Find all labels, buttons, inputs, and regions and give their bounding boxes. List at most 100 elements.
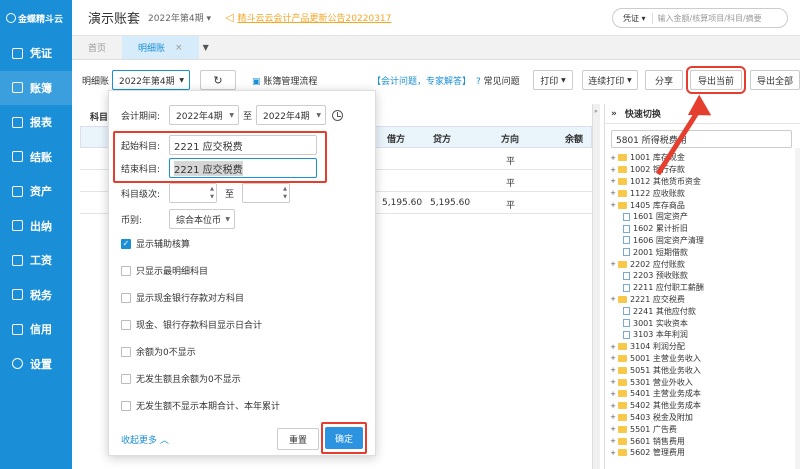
expand-icon[interactable]: +	[609, 413, 617, 421]
tree-node[interactable]: +5051 其他业务收入	[609, 364, 800, 376]
period-select[interactable]: 2022年第4期 ▼	[112, 70, 190, 90]
tree-node[interactable]: 1606 固定资产清理	[609, 235, 800, 247]
faq-link[interactable]: ? 常见问题	[476, 74, 520, 87]
clock-icon[interactable]	[332, 109, 344, 121]
option-cash-counter[interactable]: 显示现金银行存款对方科目	[121, 291, 244, 304]
export-current-button[interactable]: 导出当前	[686, 66, 746, 94]
search-input[interactable]: 输入金额/核算项目/科目/摘要	[653, 13, 762, 24]
double-chevron-right-icon: »	[594, 108, 598, 115]
option-hide-totals[interactable]: 无发生额不显示本期合计、本年累计	[121, 399, 280, 412]
refresh-button[interactable]: ↻	[200, 70, 236, 90]
option-hide-zero-balance[interactable]: 余额为0不显示	[121, 345, 196, 358]
tree-node[interactable]: 2203 预收账款	[609, 270, 800, 282]
tree-node[interactable]: +2202 应付账款	[609, 258, 800, 270]
ledger-flow-link[interactable]: ▣ 账簿管理流程	[252, 74, 317, 87]
tab-home[interactable]: 首页	[72, 36, 122, 59]
subject-tree: +1001 库存现金 +1002 银行存款 +1012 其他货币资金 +1122 应收…	[605, 152, 800, 459]
expand-icon[interactable]: +	[609, 425, 617, 433]
option-hide-no-activity[interactable]: 无发生额且余额为0不显示	[121, 372, 241, 385]
sidebar-item-ledger[interactable]: 账簿	[0, 70, 72, 105]
tree-node[interactable]: +2221 应交税费	[609, 294, 800, 306]
tree-node[interactable]: +5403 税金及附加	[609, 412, 800, 424]
tab-menu-caret-icon[interactable]: ▼	[199, 36, 213, 59]
checkbox[interactable]	[121, 373, 131, 384]
expand-icon[interactable]: +	[609, 366, 617, 374]
tree-node[interactable]: 2211 应付职工薪酬	[609, 282, 800, 294]
currency-select[interactable]: 综合本位币 ▼	[169, 209, 235, 229]
checkbox[interactable]	[121, 400, 131, 411]
tree-node[interactable]: +1122 应收账款	[609, 187, 800, 199]
checkbox[interactable]	[121, 346, 131, 357]
level-from-stepper[interactable]: ▲ ▼	[169, 183, 217, 203]
expand-icon[interactable]: +	[609, 177, 617, 185]
print-button[interactable]: 打印 ▼	[533, 70, 573, 90]
checkbox[interactable]	[121, 319, 131, 330]
search-type-select[interactable]: 凭证 ▾	[613, 12, 653, 24]
sidebar-item-tax[interactable]: 税务	[0, 278, 72, 313]
double-chevron-right-icon[interactable]: »	[611, 109, 617, 119]
share-button[interactable]: 分享	[645, 70, 683, 90]
sidebar-item-closing[interactable]: 结账	[0, 140, 72, 175]
expand-icon[interactable]: +	[609, 449, 617, 457]
sidebar-item-settings[interactable]: 设置	[0, 347, 72, 382]
expand-icon[interactable]: +	[609, 402, 617, 410]
expand-icon[interactable]: +	[609, 378, 617, 386]
expert-help-link[interactable]: 【会计问题，专家解答】	[372, 74, 471, 87]
checkbox[interactable]	[121, 292, 131, 303]
option-daily-total[interactable]: 现金、银行存款科目显示日合计	[121, 318, 262, 331]
option-leaf-only[interactable]: 只显示最明细科目	[121, 264, 208, 277]
batch-print-button[interactable]: 连续打印 ▼	[582, 70, 638, 90]
collapse-more-link[interactable]: 收起更多 ︿	[121, 433, 169, 446]
sidebar-item-credit[interactable]: 信用	[0, 312, 72, 347]
level-to-stepper[interactable]: ▲ ▼	[242, 183, 291, 203]
start-subject-row: 起始科目: 2221 应交税费	[121, 135, 317, 155]
checkbox-checked[interactable]: ✓	[121, 238, 131, 249]
expand-icon[interactable]: +	[609, 295, 617, 303]
tree-node[interactable]: +5301 营业外收入	[609, 376, 800, 388]
expand-icon[interactable]: +	[609, 343, 617, 351]
file-icon	[623, 283, 630, 292]
tree-node[interactable]: 3103 本年利润	[609, 329, 800, 341]
period-to-select[interactable]: 2022年4期 ▼	[256, 105, 327, 125]
tree-node[interactable]: +5402 其他业务成本	[609, 400, 800, 412]
start-subject-input[interactable]: 2221 应交税费	[169, 135, 317, 155]
expand-icon[interactable]: +	[609, 166, 617, 174]
tree-node[interactable]: +3104 利润分配	[609, 341, 800, 353]
tree-node[interactable]: +5501 广告费	[609, 423, 800, 435]
sidebar-item-salary[interactable]: 工资	[0, 243, 72, 278]
notice-link[interactable]: 精斗云云会计产品更新公告20220317	[238, 11, 392, 24]
tree-node[interactable]: 2001 短期借款	[609, 246, 800, 258]
header-period-select[interactable]: 2022年第4期 ▾	[148, 11, 211, 24]
tab-detail-ledger[interactable]: 明细账 ×	[122, 36, 199, 59]
reset-button[interactable]: 重置	[277, 428, 319, 450]
tree-scrollbar[interactable]	[795, 148, 800, 469]
tree-node[interactable]: 2241 其他应付款	[609, 305, 800, 317]
sidebar-item-asset[interactable]: 资产	[0, 174, 72, 209]
tree-node[interactable]: +1405 库存商品	[609, 199, 800, 211]
tree-node[interactable]: +5601 销售费用	[609, 435, 800, 447]
checkbox[interactable]	[121, 265, 131, 276]
export-all-button[interactable]: 导出全部	[750, 70, 800, 90]
expand-icon[interactable]: +	[609, 189, 617, 197]
tree-node[interactable]: +5602 管理费用	[609, 447, 800, 459]
expand-icon[interactable]: +	[609, 437, 617, 445]
expand-icon[interactable]: +	[609, 354, 617, 362]
expand-icon[interactable]: +	[609, 390, 617, 398]
end-subject-input[interactable]: 2221 应交税费	[169, 158, 317, 178]
expand-icon[interactable]: +	[609, 154, 617, 162]
period-from-select[interactable]: 2022年4期 ▼	[169, 105, 239, 125]
panel-collapse-strip[interactable]: »	[592, 104, 600, 469]
sidebar-item-voucher[interactable]: 凭证	[0, 36, 72, 71]
close-icon[interactable]: ×	[175, 43, 183, 53]
tree-node[interactable]: +5001 主营业务收入	[609, 353, 800, 365]
confirm-button[interactable]: 确定	[325, 427, 363, 449]
tree-node[interactable]: 3001 实收资本	[609, 317, 800, 329]
tree-node[interactable]: 1602 累计折旧	[609, 223, 800, 235]
expand-icon[interactable]: +	[609, 201, 617, 209]
sidebar-item-cashier[interactable]: 出纳	[0, 209, 72, 244]
sidebar-item-report[interactable]: 报表	[0, 105, 72, 140]
tree-node[interactable]: 1601 固定资产	[609, 211, 800, 223]
expand-icon[interactable]: +	[609, 260, 617, 268]
tree-node[interactable]: +5401 主营业务成本	[609, 388, 800, 400]
option-show-aux[interactable]: ✓ 显示辅助核算	[121, 237, 190, 250]
